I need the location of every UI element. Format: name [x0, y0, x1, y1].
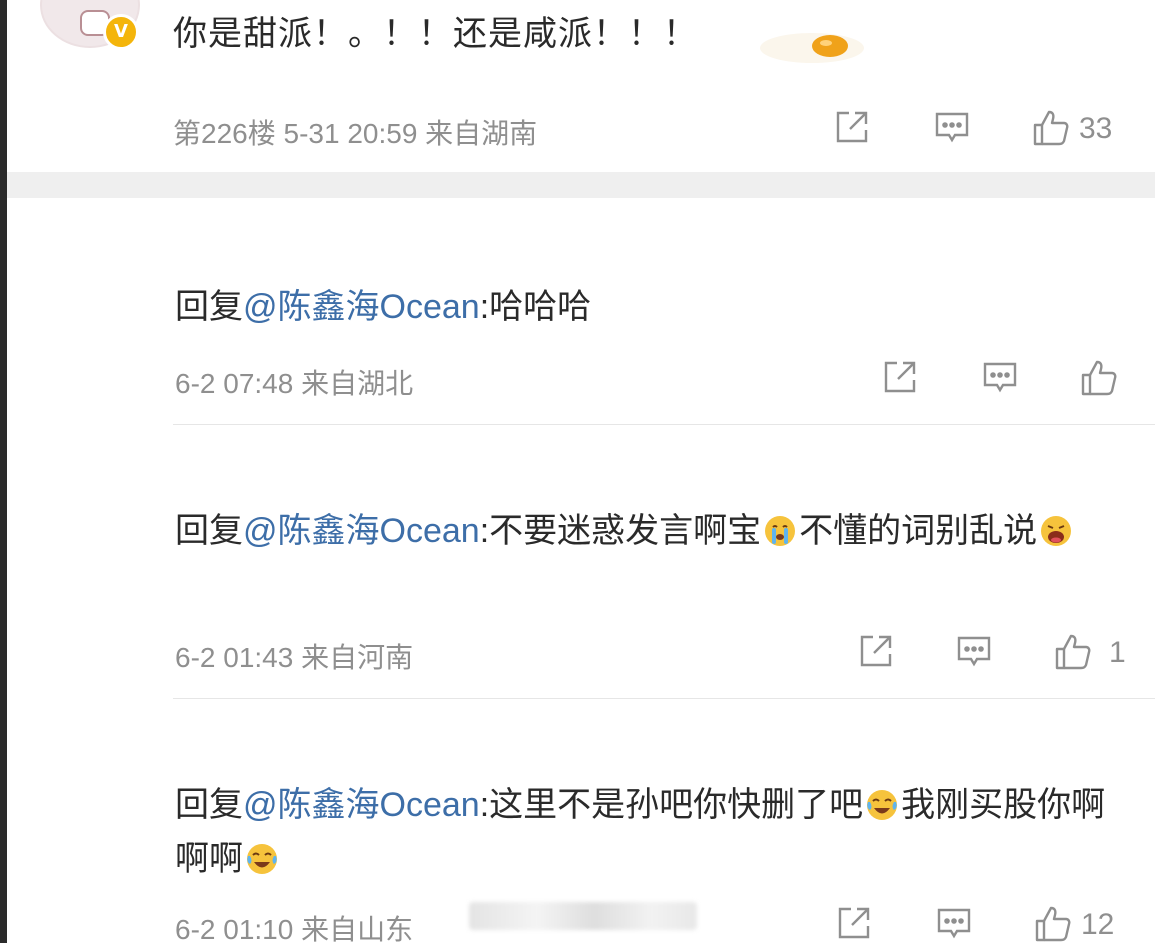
- screaming-emoji-icon: [1041, 516, 1072, 546]
- reply-text: 回复@陈鑫海Ocean:这里不是孙吧你快删了吧 我刚买股你啊啊啊: [175, 778, 1115, 886]
- tears-of-joy-emoji-icon: [247, 844, 277, 874]
- reply-divider: [173, 424, 1155, 425]
- post-meta-row: 第226楼 5-31 20:59 来自湖南 33: [173, 108, 1155, 149]
- reply-text: 回复@陈鑫海Ocean:哈哈哈: [175, 280, 1115, 334]
- comment-button[interactable]: [981, 358, 1019, 398]
- comment-thread: V 你是甜派！。！！还是咸派！！！ 第226楼 5-31 20:59 来自湖南: [7, 0, 1155, 945]
- share-button[interactable]: [857, 632, 895, 672]
- reply-divider: [173, 698, 1155, 699]
- like-button[interactable]: [1031, 108, 1071, 148]
- thumbs-up-icon: [1035, 906, 1071, 942]
- window-left-edge: [0, 0, 7, 943]
- comment-button[interactable]: [935, 904, 973, 944]
- post-location: 来自湖南: [425, 118, 538, 149]
- verified-badge-icon: V: [103, 14, 139, 50]
- reply-body: 这里不是孙吧你快删了吧: [489, 786, 864, 824]
- share-button[interactable]: [833, 108, 871, 148]
- comment-icon: [935, 112, 969, 143]
- reply-meta: 6-2 01:43 来自河南: [175, 636, 413, 676]
- post-datetime: 5-31 20:59: [283, 118, 418, 149]
- user-mention[interactable]: @陈鑫海Ocean: [243, 288, 480, 326]
- post-meta: 第226楼 5-31 20:59 来自湖南: [173, 112, 537, 152]
- post-text: 你是甜派！。！！还是咸派！！！: [173, 15, 698, 53]
- thumbs-up-icon: [1081, 360, 1117, 396]
- floor-number: 第226楼: [173, 118, 276, 149]
- reply-location: 来自山东: [301, 914, 414, 945]
- tears-of-joy-emoji-icon: [867, 790, 898, 820]
- reply-body: 不懂的词别乱说: [799, 512, 1038, 550]
- like-count: 12: [1081, 908, 1115, 941]
- blurred-region: [469, 902, 697, 930]
- reply-prefix: 回复: [175, 512, 243, 550]
- thumbs-up-icon: [1055, 634, 1091, 670]
- reply-datetime: 6-2 01:10: [175, 914, 294, 945]
- user-mention[interactable]: @陈鑫海Ocean: [243, 512, 480, 550]
- reply-meta: 6-2 01:10 来自山东: [175, 908, 413, 948]
- comment-button[interactable]: [933, 108, 971, 148]
- reply-meta-row: 6-2 01:43 来自河南 1: [175, 632, 1155, 673]
- reply-meta-row: 6-2 07:48 来自湖北: [175, 358, 1155, 399]
- comment-icon: [983, 362, 1017, 393]
- share-button[interactable]: [881, 358, 919, 398]
- like-button[interactable]: [1033, 904, 1073, 944]
- like-button[interactable]: [1053, 632, 1093, 672]
- comment-button[interactable]: [955, 632, 993, 672]
- share-button[interactable]: [835, 904, 873, 944]
- reply-colon: :: [479, 786, 490, 824]
- section-divider: [7, 172, 1155, 198]
- reply-prefix: 回复: [175, 288, 243, 326]
- reply-datetime: 6-2 01:43: [175, 642, 294, 673]
- like-count: 33: [1079, 112, 1113, 145]
- share-icon: [838, 907, 870, 939]
- like-count: 1: [1109, 636, 1126, 669]
- share-icon: [884, 361, 916, 393]
- reply-colon: :: [479, 288, 490, 326]
- comment-icon: [937, 908, 971, 939]
- reply-prefix: 回复: [175, 786, 243, 824]
- reply-colon: :: [479, 512, 490, 550]
- reply-location: 来自湖北: [301, 368, 414, 399]
- user-mention[interactable]: @陈鑫海Ocean: [243, 786, 480, 824]
- reply-location: 来自河南: [301, 642, 414, 673]
- reply-body: 不要迷惑发言啊宝: [489, 512, 762, 550]
- reply-datetime: 6-2 07:48: [175, 368, 294, 399]
- reply-text: 回复@陈鑫海Ocean:不要迷惑发言啊宝 不懂的词别乱说: [175, 504, 1115, 558]
- share-icon: [836, 111, 868, 143]
- reply-body: 哈哈哈: [489, 288, 592, 326]
- crying-emoji-icon: [765, 516, 796, 546]
- fried-egg-sticker-icon: [760, 33, 864, 63]
- share-icon: [860, 635, 892, 667]
- like-button[interactable]: [1079, 358, 1119, 398]
- comment-icon: [957, 636, 991, 667]
- reply-meta: 6-2 07:48 来自湖北: [175, 362, 413, 402]
- thumbs-up-icon: [1033, 110, 1069, 146]
